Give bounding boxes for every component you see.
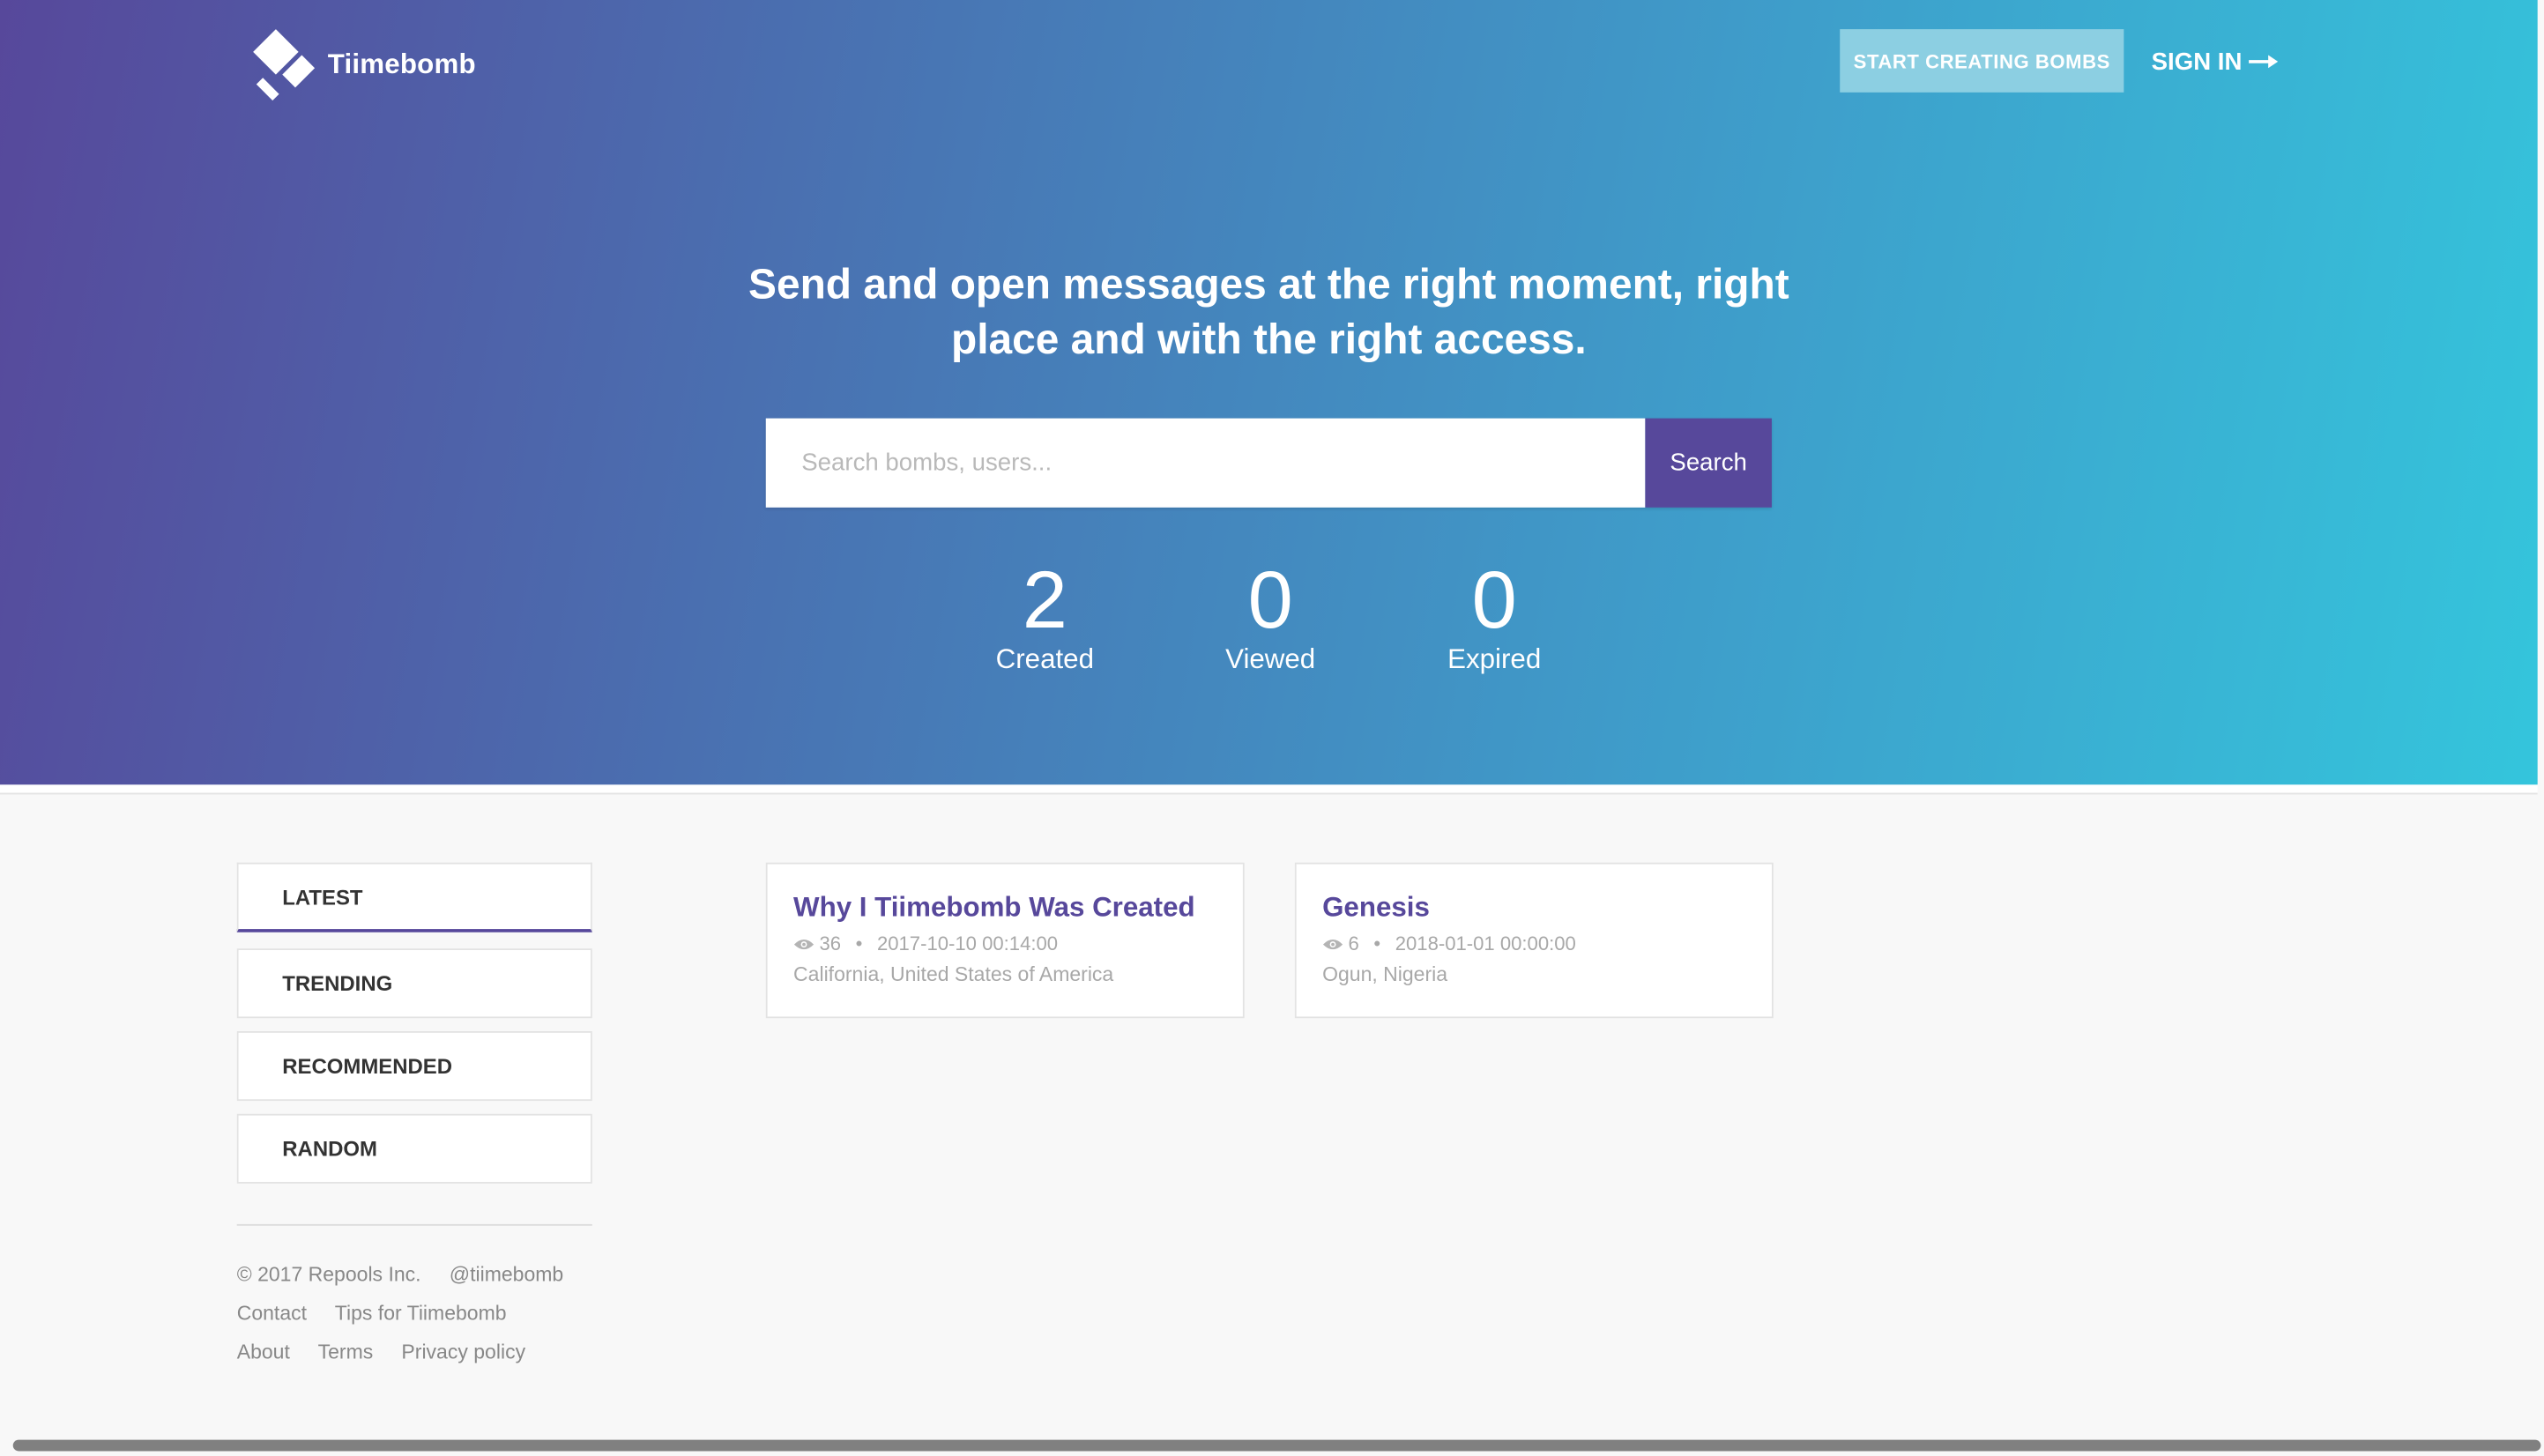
- tab-latest[interactable]: LATEST: [236, 862, 592, 932]
- post-location: California, United States of America: [793, 962, 1114, 986]
- tips-link[interactable]: Tips for Tiimebomb: [335, 1302, 507, 1325]
- tab-recommended-label: RECOMMENDED: [282, 1053, 453, 1079]
- tab-latest-label: LATEST: [282, 884, 363, 910]
- page: Tiimebomb START CREATING BOMBS SIGN IN S…: [0, 0, 2544, 1456]
- stat-viewed: 0 Viewed: [1173, 551, 1368, 675]
- post-meta: 6 • 2018-01-01 00:00:00: [1322, 931, 1745, 956]
- stat-created-value: 2: [1022, 554, 1067, 646]
- tab-random[interactable]: RANDOM: [236, 1113, 592, 1184]
- post-card[interactable]: Genesis 6 • 2018-01-01 00:00:00 Ogun, Ni…: [1294, 862, 1774, 1019]
- stat-viewed-value: 0: [1247, 554, 1293, 646]
- eye-icon: [793, 939, 815, 949]
- footer-row-3: About Terms Privacy policy: [237, 1341, 548, 1363]
- eye-icon: [1322, 939, 1343, 949]
- post-title[interactable]: Genesis: [1322, 890, 1745, 925]
- contact-link[interactable]: Contact: [237, 1302, 307, 1325]
- tagline-line-1: Send and open messages at the right mome…: [748, 259, 1789, 308]
- post-views: 36: [819, 932, 842, 955]
- post-location: Ogun, Nigeria: [1322, 962, 1448, 986]
- horizontal-scrollbar-thumb[interactable]: [12, 1439, 2541, 1452]
- search-bar: Search: [765, 418, 1772, 508]
- post-title[interactable]: Why I Tiimebomb Was Created: [793, 890, 1216, 925]
- post-date: 2017-10-10 00:14:00: [876, 932, 1059, 955]
- tiimebomb-logo-icon: [253, 29, 316, 101]
- arrow-right-icon: [2248, 55, 2278, 69]
- stat-expired-label: Expired: [1447, 643, 1542, 675]
- hero-divider: [0, 784, 2538, 795]
- stat-viewed-label: Viewed: [1225, 643, 1316, 675]
- stat-expired-value: 0: [1471, 554, 1517, 646]
- hero-section: Tiimebomb START CREATING BOMBS SIGN IN S…: [0, 0, 2538, 785]
- tab-trending[interactable]: TRENDING: [236, 948, 592, 1019]
- post-card[interactable]: Why I Tiimebomb Was Created 36 • 2017-10…: [765, 862, 1245, 1019]
- copyright-text: © 2017 Repools Inc.: [236, 1263, 421, 1286]
- twitter-handle-link[interactable]: @tiimebomb: [450, 1263, 564, 1286]
- tab-random-label: RANDOM: [282, 1136, 377, 1162]
- search-input[interactable]: [765, 418, 1646, 508]
- post-date: 2018-01-01 00:00:00: [1395, 932, 1576, 955]
- start-creating-bombs-button[interactable]: START CREATING BOMBS: [1840, 29, 2124, 93]
- hero-tagline: Send and open messages at the right mome…: [701, 256, 1836, 367]
- tagline-line-2: place and with the right access.: [950, 314, 1587, 364]
- search-button[interactable]: Search: [1645, 418, 1772, 508]
- stat-created: 2 Created: [948, 551, 1142, 675]
- meta-separator: •: [855, 932, 863, 955]
- stat-expired: 0 Expired: [1397, 551, 1592, 675]
- tab-trending-label: TRENDING: [282, 970, 393, 996]
- post-meta: 36 • 2017-10-10 00:14:00: [793, 931, 1216, 956]
- sign-in-link[interactable]: SIGN IN: [2152, 44, 2278, 79]
- meta-separator: •: [1373, 932, 1381, 955]
- brand-name: Tiimebomb: [327, 48, 476, 80]
- footer-row-1: © 2017 Repools Inc. @tiimebomb: [237, 1263, 586, 1286]
- brand[interactable]: Tiimebomb: [243, 29, 476, 101]
- sidebar-divider: [236, 1223, 592, 1226]
- about-link[interactable]: About: [237, 1341, 290, 1363]
- post-views: 6: [1348, 932, 1359, 955]
- stat-created-label: Created: [995, 643, 1094, 675]
- tab-recommended[interactable]: RECOMMENDED: [236, 1030, 592, 1102]
- sign-in-label: SIGN IN: [2151, 48, 2243, 76]
- footer-row-2: Contact Tips for Tiimebomb: [237, 1302, 530, 1325]
- privacy-policy-link[interactable]: Privacy policy: [401, 1341, 525, 1363]
- terms-link[interactable]: Terms: [318, 1341, 374, 1363]
